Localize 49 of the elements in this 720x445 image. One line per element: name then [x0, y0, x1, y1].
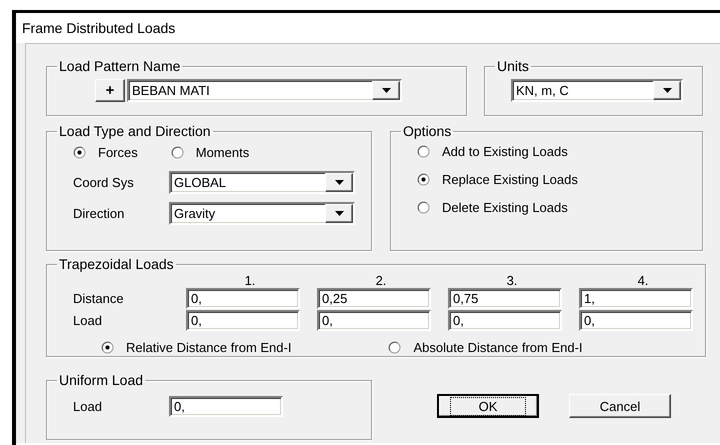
radio-label: Add to Existing Loads: [442, 144, 568, 159]
input-field[interactable]: 0,75: [448, 288, 562, 309]
input-field[interactable]: 1,: [579, 288, 693, 309]
column-header: 3.: [506, 274, 518, 287]
ok-button[interactable]: OK: [437, 394, 539, 418]
caret-icon: [334, 180, 344, 185]
dropdown[interactable]: GLOBAL: [169, 171, 355, 194]
column-header: 1.: [244, 274, 256, 287]
radio-selected[interactable]: [101, 341, 114, 354]
cancel-button[interactable]: Cancel: [569, 394, 671, 418]
group-title: Load Pattern Name: [58, 58, 182, 74]
input-field[interactable]: 0,: [169, 396, 283, 417]
field-label: Coord Sys: [73, 175, 135, 190]
field-label: Load: [73, 313, 103, 328]
radio-button[interactable]: [388, 341, 402, 354]
caret-icon: [662, 88, 672, 93]
input-field[interactable]: 0,: [317, 310, 431, 331]
radio-label: Delete Existing Loads: [442, 200, 568, 215]
group-title: Units: [496, 58, 530, 74]
group-title: Trapezoidal Loads: [58, 256, 175, 272]
dropdown[interactable]: Gravity: [169, 202, 355, 225]
radio-label: Forces: [98, 145, 138, 160]
radio-selected[interactable]: [73, 146, 86, 159]
field-label: Load: [73, 399, 103, 414]
radio-label: Moments: [196, 145, 250, 160]
radio-button[interactable]: [170, 146, 184, 159]
group-title: Uniform Load: [58, 372, 144, 388]
input-field[interactable]: 0,: [186, 310, 300, 331]
caret-icon: [382, 88, 390, 93]
radio-label: Replace Existing Loads: [442, 172, 578, 187]
radio-button[interactable]: [417, 145, 430, 158]
input-field[interactable]: 0,: [579, 310, 693, 331]
field-label: Direction: [73, 206, 126, 221]
dropdown[interactable]: BEBAN MATI: [127, 79, 402, 102]
add-button[interactable]: +: [95, 79, 125, 102]
group-title: Options: [402, 123, 452, 139]
column-header: 4.: [638, 274, 648, 287]
radio-selected[interactable]: [417, 173, 430, 186]
group-title: Load Type and Direction: [58, 123, 212, 139]
caret-icon: [334, 211, 344, 216]
input-field[interactable]: 0,: [448, 310, 562, 331]
radio-button[interactable]: [417, 201, 430, 214]
input-field[interactable]: 0,25: [317, 288, 431, 309]
input-field[interactable]: 0,: [186, 288, 300, 309]
column-header: 2.: [376, 274, 386, 287]
dropdown[interactable]: KN, m, C: [511, 79, 683, 102]
field-label: Distance: [73, 291, 125, 306]
radio-label: Absolute Distance from End-I: [413, 340, 583, 355]
radio-label: Relative Distance from End-I: [126, 340, 292, 355]
